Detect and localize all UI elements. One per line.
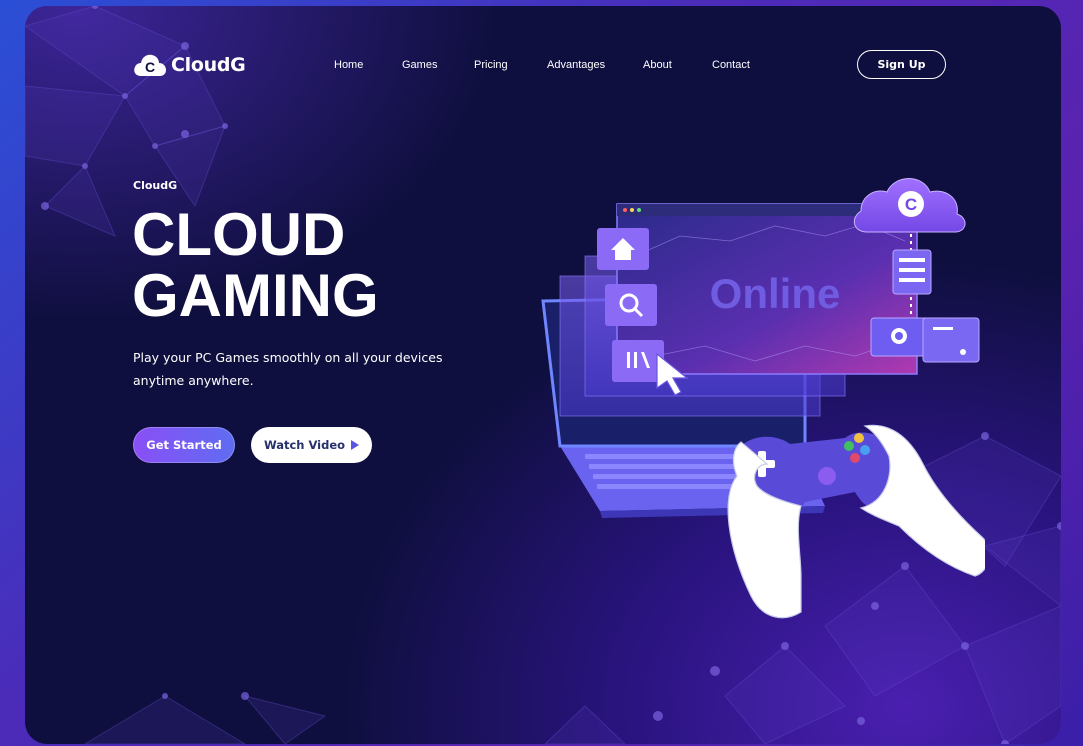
svg-text:C: C <box>905 195 917 214</box>
hero-title-line1: CLOUD <box>132 201 346 268</box>
cloud-icon: C <box>853 178 966 233</box>
cloud-logo-icon: C <box>134 54 166 76</box>
hero-eyebrow: CloudG <box>133 179 178 192</box>
nav-about[interactable]: About <box>643 59 672 71</box>
hero-illustration: Online C <box>541 178 985 619</box>
home-icon <box>597 228 649 270</box>
hero-description-line2: anytime anywhere. <box>133 373 254 388</box>
hero-title: CLOUD GAMING <box>132 204 379 326</box>
server-icon <box>892 249 932 295</box>
svg-text:C: C <box>145 59 155 75</box>
cloud-window-icon <box>870 317 980 363</box>
nav-advantages[interactable]: Advantages <box>547 59 605 71</box>
nav-games[interactable]: Games <box>402 59 437 71</box>
landing-page: C CloudG Home Games Pricing Advantages A… <box>25 6 1061 744</box>
nav-contact[interactable]: Contact <box>712 59 750 71</box>
search-icon <box>605 284 657 326</box>
get-started-button[interactable]: Get Started <box>133 427 235 463</box>
watch-video-label: Watch Video <box>263 438 346 452</box>
hero-description: Play your PC Games smoothly on all your … <box>133 346 453 392</box>
hero-description-line1: Play your PC Games smoothly on all your … <box>133 350 443 365</box>
play-icon <box>351 440 360 450</box>
nav-pricing[interactable]: Pricing <box>474 59 508 71</box>
watch-video-button[interactable]: Watch Video <box>251 427 372 463</box>
brand-logo[interactable]: C CloudG <box>133 52 246 78</box>
sign-up-button[interactable]: Sign Up <box>857 50 946 79</box>
hero-title-line2: GAMING <box>132 262 379 329</box>
brand-name: CloudG <box>171 54 246 76</box>
library-icon <box>612 340 664 382</box>
online-screen-text: Online <box>710 270 841 317</box>
nav-home[interactable]: Home <box>334 59 363 71</box>
